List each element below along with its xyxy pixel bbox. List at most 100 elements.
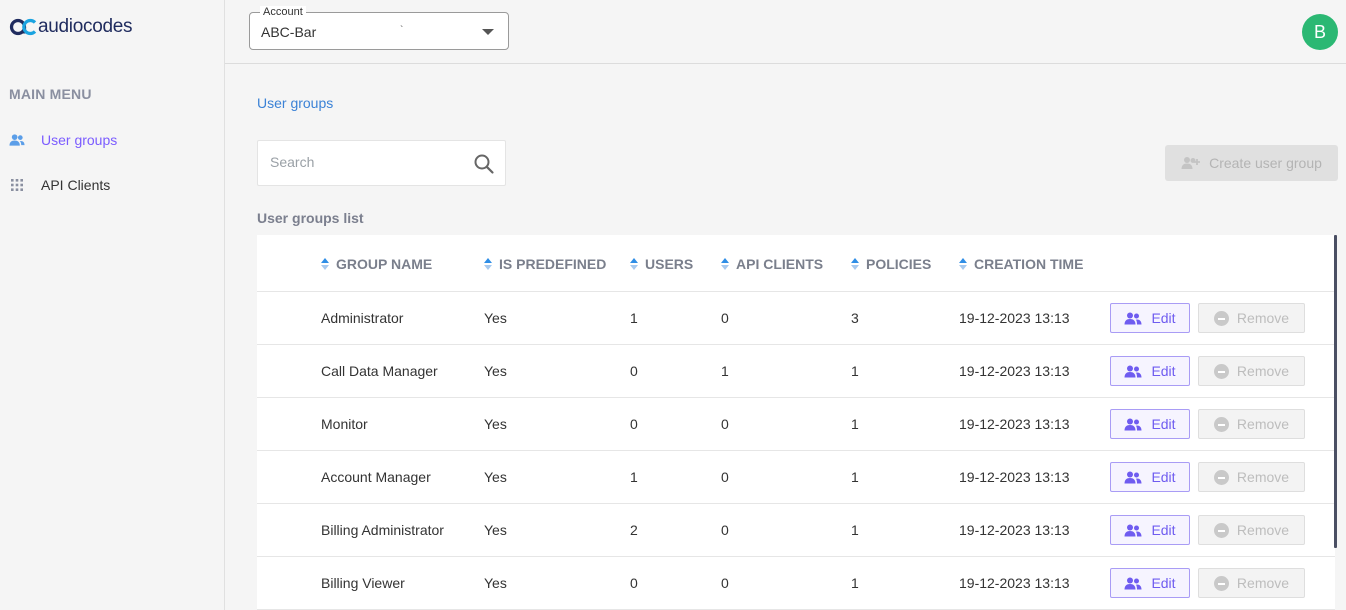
brand-name: audiocodes — [38, 16, 133, 37]
remove-button-label: Remove — [1236, 469, 1290, 485]
add-user-icon — [1181, 156, 1201, 170]
remove-button[interactable]: Remove — [1198, 409, 1305, 439]
remove-circle-icon — [1213, 469, 1229, 485]
edit-button-label: Edit — [1151, 416, 1176, 432]
remove-button[interactable]: Remove — [1198, 568, 1305, 598]
audiocodes-logo-icon — [9, 18, 37, 36]
edit-button-label: Edit — [1151, 575, 1176, 591]
table-row: Monitor Yes 0 0 1 19-12-2023 13:13 Edit … — [257, 398, 1335, 451]
column-header-group-name[interactable]: GROUP NAME — [321, 256, 432, 272]
creation-time-cell: 19-12-2023 13:13 — [959, 469, 1070, 485]
api-clients-cell: 0 — [721, 416, 729, 432]
sort-icon — [630, 258, 638, 270]
is-predefined-cell: Yes — [484, 469, 507, 485]
table-row: Administrator Yes 1 0 3 19-12-2023 13:13… — [257, 292, 1335, 345]
edit-button[interactable]: Edit — [1110, 356, 1190, 386]
create-user-group-button[interactable]: Create user group — [1165, 145, 1338, 181]
search-box — [257, 140, 506, 186]
is-predefined-cell: Yes — [484, 522, 507, 538]
column-header-api-clients[interactable]: API CLIENTS — [721, 256, 823, 272]
sidebar-item-label: User groups — [41, 132, 118, 148]
api-clients-cell: 0 — [721, 522, 729, 538]
main-menu-title: MAIN MENU — [9, 86, 92, 102]
remove-button-label: Remove — [1236, 522, 1290, 538]
users-icon — [1124, 471, 1142, 484]
breadcrumb[interactable]: User groups — [257, 95, 333, 111]
edit-button-label: Edit — [1151, 363, 1176, 379]
account-select[interactable]: Account ABC-Bar ` — [249, 6, 509, 50]
account-select-value: ABC-Bar — [261, 24, 317, 40]
edit-button[interactable]: Edit — [1110, 409, 1190, 439]
user-avatar[interactable]: B — [1302, 14, 1338, 50]
column-header-label: USERS — [645, 256, 694, 272]
column-header-creation-time[interactable]: CREATION TIME — [959, 256, 1083, 272]
search-input[interactable] — [270, 154, 460, 170]
sort-icon — [484, 258, 492, 270]
column-header-label: API CLIENTS — [736, 256, 824, 272]
remove-circle-icon — [1213, 522, 1229, 538]
users-icon — [1124, 577, 1142, 590]
user-groups-table: GROUP NAME IS PREDEFINED USERS API CLIEN… — [257, 235, 1335, 610]
creation-time-cell: 19-12-2023 13:13 — [959, 416, 1070, 432]
users-icon — [1124, 365, 1142, 378]
users-cell: 1 — [630, 469, 638, 485]
users-cell: 0 — [630, 575, 638, 591]
sort-icon — [321, 258, 329, 270]
column-header-label: POLICIES — [866, 256, 932, 272]
edit-button[interactable]: Edit — [1110, 515, 1190, 545]
column-header-is-predefined[interactable]: IS PREDEFINED — [484, 256, 606, 272]
edit-button[interactable]: Edit — [1110, 303, 1190, 333]
policies-cell: 1 — [851, 416, 859, 432]
audiocodes-logo[interactable]: audiocodes — [9, 16, 133, 38]
is-predefined-cell: Yes — [484, 310, 507, 326]
remove-button-label: Remove — [1236, 416, 1290, 432]
remove-button[interactable]: Remove — [1198, 462, 1305, 492]
remove-circle-icon — [1213, 363, 1229, 379]
search-icon[interactable] — [473, 153, 495, 175]
api-clients-cell: 0 — [721, 469, 729, 485]
sidebar-item-api-clients[interactable]: API Clients — [9, 177, 110, 193]
remove-button[interactable]: Remove — [1198, 356, 1305, 386]
creation-time-cell: 19-12-2023 13:13 — [959, 575, 1070, 591]
api-clients-cell: 0 — [721, 310, 729, 326]
sidebar-item-label: API Clients — [41, 177, 111, 193]
grid-icon — [9, 177, 25, 193]
table-scrollbar[interactable] — [1334, 235, 1337, 548]
policies-cell: 1 — [851, 575, 859, 591]
remove-button[interactable]: Remove — [1198, 303, 1305, 333]
sort-icon — [851, 258, 859, 270]
remove-button[interactable]: Remove — [1198, 515, 1305, 545]
edit-button-label: Edit — [1151, 469, 1176, 485]
sidebar-item-user-groups[interactable]: User groups — [9, 132, 117, 148]
users-icon — [1124, 418, 1142, 431]
edit-button-label: Edit — [1151, 522, 1176, 538]
policies-cell: 1 — [851, 363, 859, 379]
column-header-label: IS PREDEFINED — [499, 256, 607, 272]
is-predefined-cell: Yes — [484, 363, 507, 379]
table-row: Account Manager Yes 1 0 1 19-12-2023 13:… — [257, 451, 1335, 504]
remove-button-label: Remove — [1236, 363, 1290, 379]
group-name-cell: Administrator — [321, 310, 404, 326]
api-clients-cell: 1 — [721, 363, 729, 379]
sort-icon — [721, 258, 729, 270]
users-cell: 2 — [630, 522, 638, 538]
sidebar: audiocodes MAIN MENU User groups API Cli… — [0, 0, 225, 610]
api-clients-cell: 0 — [721, 575, 729, 591]
table-header: GROUP NAME IS PREDEFINED USERS API CLIEN… — [257, 235, 1335, 292]
table-row: Billing Administrator Yes 2 0 1 19-12-20… — [257, 504, 1335, 557]
chevron-down-icon[interactable] — [482, 29, 494, 35]
top-bar: Account ABC-Bar ` B — [225, 0, 1346, 64]
users-icon — [9, 132, 25, 148]
users-icon — [1124, 524, 1142, 537]
remove-circle-icon — [1213, 310, 1229, 326]
group-name-cell: Call Data Manager — [321, 363, 438, 379]
users-icon — [1124, 312, 1142, 325]
edit-button[interactable]: Edit — [1110, 568, 1190, 598]
is-predefined-cell: Yes — [484, 575, 507, 591]
policies-cell: 1 — [851, 469, 859, 485]
edit-button[interactable]: Edit — [1110, 462, 1190, 492]
column-header-policies[interactable]: POLICIES — [851, 256, 931, 272]
group-name-cell: Billing Administrator — [321, 522, 444, 538]
column-header-users[interactable]: USERS — [630, 256, 693, 272]
remove-circle-icon — [1213, 575, 1229, 591]
